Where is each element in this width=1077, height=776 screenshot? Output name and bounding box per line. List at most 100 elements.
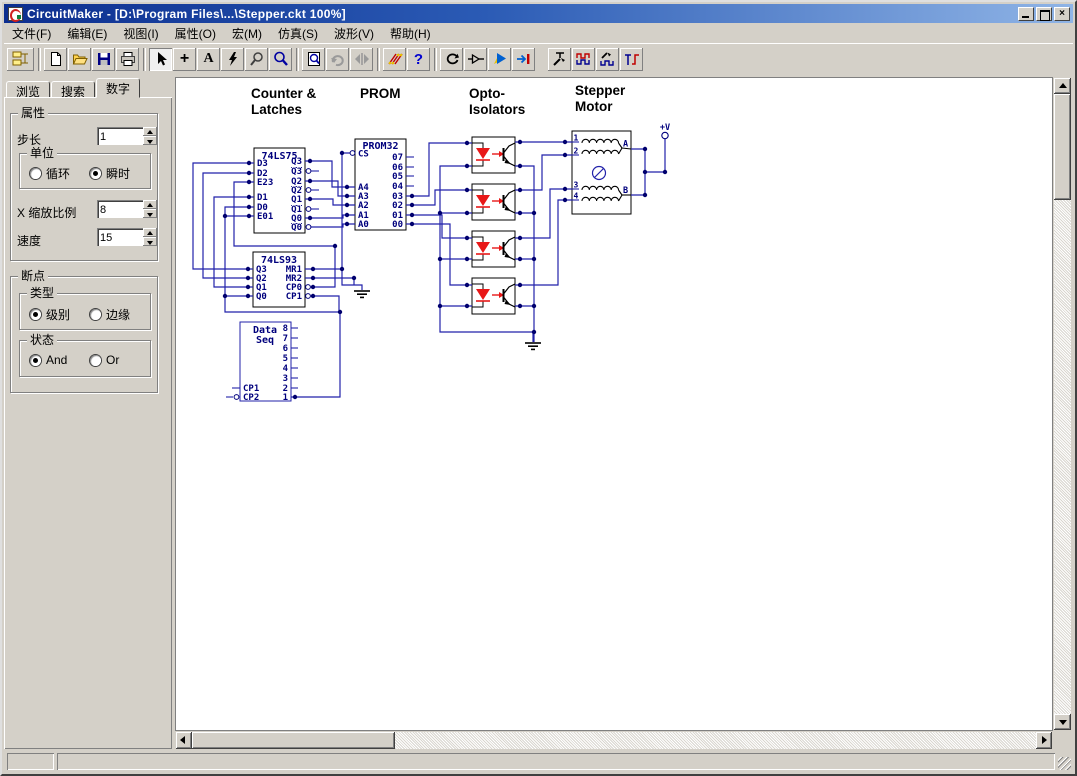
menu-help[interactable]: 帮助(H) [382, 23, 439, 44]
run-simulation-button[interactable] [488, 48, 511, 71]
tab-browse[interactable]: 浏览 [6, 81, 50, 98]
menu-file[interactable]: 文件(F) [4, 23, 59, 44]
save-file-button[interactable] [92, 48, 115, 71]
maximize-button[interactable] [1036, 7, 1052, 21]
wire[interactable] [406, 224, 472, 285]
scroll-up-icon[interactable] [1054, 78, 1071, 94]
menu-macro[interactable]: 宏(M) [224, 23, 270, 44]
tab-digital[interactable]: 数字 [96, 78, 140, 98]
zoom-tool-button[interactable] [269, 48, 292, 71]
junction-dot [465, 164, 469, 168]
reset-simulation-button[interactable] [440, 48, 463, 71]
junction-dot [643, 170, 647, 174]
minimize-button[interactable] [1018, 7, 1034, 21]
unit-instant-radio[interactable]: 瞬时 [90, 165, 130, 182]
xscale-spinner[interactable] [143, 200, 157, 218]
wire[interactable] [305, 161, 355, 187]
junction-dot [340, 267, 344, 271]
radio-icon[interactable] [30, 309, 41, 320]
spin-down-icon[interactable] [143, 237, 157, 246]
wire[interactable] [515, 166, 534, 342]
select-cursor-button[interactable] [149, 48, 172, 71]
speed-spinner[interactable] [143, 228, 157, 246]
wire[interactable] [311, 246, 335, 287]
probe-waveforms-button[interactable] [596, 48, 619, 71]
wire[interactable] [406, 215, 472, 238]
scroll-left-icon[interactable] [176, 732, 192, 749]
menu-waveform[interactable]: 波形(V) [326, 23, 382, 44]
vertical-scroll-thumb[interactable] [1054, 94, 1071, 200]
print-preview-button[interactable] [302, 48, 325, 71]
parts-bin-button[interactable] [7, 48, 34, 71]
schematic-canvas[interactable]: 74LS75D3D2E23D1D0E01Q3Q3Q2Q2Q1Q1Q0Q0PROM… [176, 78, 1052, 730]
wire[interactable] [515, 155, 572, 190]
waveforms-button[interactable] [572, 48, 595, 71]
state-and-label: And [46, 353, 67, 367]
spin-down-icon[interactable] [143, 136, 157, 145]
opto-isolator-1[interactable] [472, 137, 515, 173]
wire[interactable] [203, 173, 254, 278]
spin-up-icon[interactable] [143, 127, 157, 136]
radio-icon[interactable] [30, 168, 41, 179]
junction-dot [345, 185, 349, 189]
opto-isolator-3[interactable] [472, 231, 515, 267]
speed-input[interactable] [97, 228, 143, 246]
scroll-down-icon[interactable] [1054, 714, 1071, 730]
unit-cycle-radio[interactable]: 循环 [30, 165, 70, 182]
spin-up-icon[interactable] [143, 200, 157, 209]
connectivity-check-button[interactable] [383, 48, 406, 71]
type-edge-radio[interactable]: 边缘 [90, 306, 130, 323]
scroll-right-icon[interactable] [1036, 732, 1052, 749]
print-button[interactable] [116, 48, 139, 71]
window-title: CircuitMaker - [D:\Program Files\...\Ste… [27, 7, 1018, 21]
open-file-button[interactable] [68, 48, 91, 71]
probe-tool-button[interactable] [245, 48, 268, 71]
tab-search[interactable]: 搜索 [51, 81, 95, 98]
wire[interactable] [406, 143, 472, 196]
scope-probe-button[interactable] [548, 48, 571, 71]
type-level-radio[interactable]: 级别 [30, 306, 70, 323]
resize-grip[interactable] [1058, 757, 1071, 770]
menu-edit[interactable]: 编辑(E) [59, 23, 115, 44]
state-or-radio[interactable]: Or [90, 353, 119, 367]
step-input[interactable] [97, 127, 143, 145]
undo-button[interactable] [326, 48, 349, 71]
delete-tool-button[interactable] [221, 48, 244, 71]
wire[interactable] [406, 190, 472, 205]
radio-icon[interactable] [90, 168, 101, 179]
step-spinner[interactable] [143, 127, 157, 145]
status-cell-main [57, 753, 1055, 770]
opto-isolator-4[interactable] [472, 278, 515, 314]
spin-down-icon[interactable] [143, 209, 157, 218]
spin-up-icon[interactable] [143, 228, 157, 237]
wire-tool-button[interactable]: + [173, 48, 196, 71]
state-and-radio[interactable]: And [30, 353, 67, 367]
radio-icon[interactable] [90, 309, 101, 320]
radio-icon[interactable] [90, 355, 101, 366]
horizontal-scroll-thumb[interactable] [192, 732, 395, 749]
wire[interactable] [645, 139, 665, 172]
split-view-button[interactable] [350, 48, 373, 71]
radio-icon[interactable] [30, 355, 41, 366]
close-button[interactable]: × [1054, 7, 1070, 21]
pin-label: 02 [392, 201, 403, 211]
step-signal-button[interactable] [620, 48, 643, 71]
probe-button[interactable] [464, 48, 487, 71]
app-icon[interactable] [8, 7, 23, 21]
schematic-svg[interactable]: 74LS75D3D2E23D1D0E01Q3Q3Q2Q2Q1Q1Q0Q0PROM… [176, 78, 1052, 730]
opto-isolator-2[interactable] [472, 184, 515, 220]
unit-group-title: 单位 [27, 146, 57, 160]
title-bar[interactable]: CircuitMaker - [D:\Program Files\...\Ste… [4, 4, 1073, 23]
wire[interactable] [311, 296, 339, 312]
text-tool-button[interactable]: A [197, 48, 220, 71]
menu-properties[interactable]: 属性(O) [167, 23, 224, 44]
new-file-button[interactable] [44, 48, 67, 71]
horizontal-scrollbar[interactable] [176, 732, 1052, 749]
junction-dot [518, 164, 522, 168]
help-button[interactable]: ? [407, 48, 430, 71]
step-simulation-button[interactable] [512, 48, 535, 71]
menu-view[interactable]: 视图(I) [115, 23, 166, 44]
menu-simulation[interactable]: 仿真(S) [270, 23, 326, 44]
vertical-scrollbar[interactable] [1054, 78, 1071, 730]
xscale-input[interactable] [97, 200, 143, 218]
